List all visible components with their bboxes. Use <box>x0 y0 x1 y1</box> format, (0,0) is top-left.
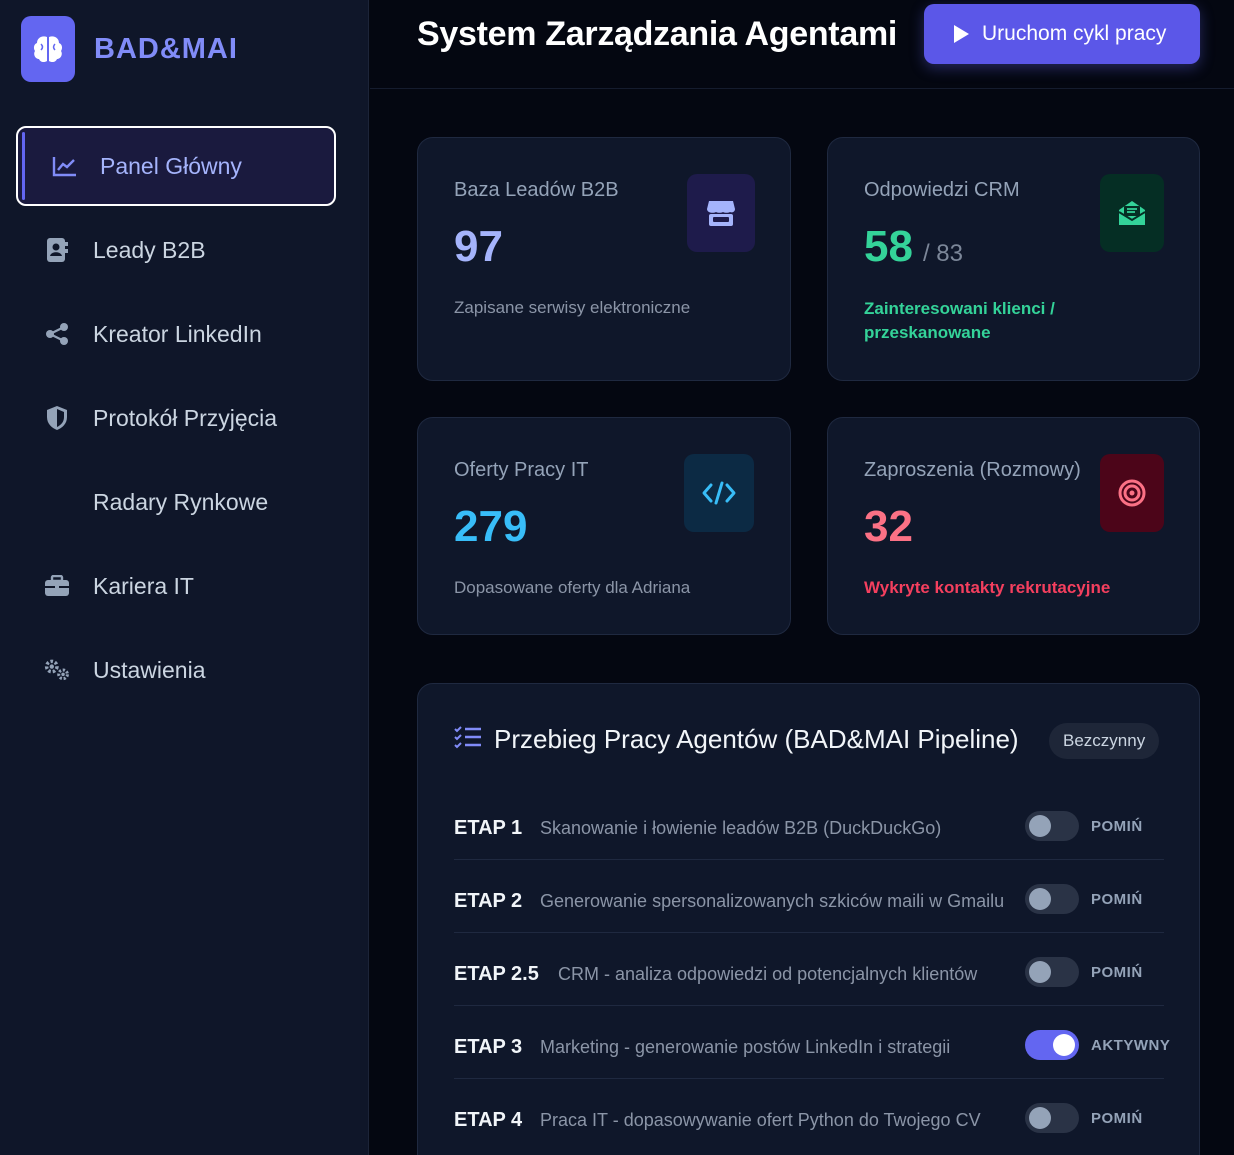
toggle-knob <box>1029 815 1051 837</box>
sidebar-item-label: Kreator LinkedIn <box>93 320 262 347</box>
stat-desc: Zainteresowani klienci / przeskanowane <box>864 299 1055 342</box>
brand[interactable]: BAD&MAI <box>21 16 238 82</box>
toggle-knob <box>1029 1107 1051 1129</box>
stage-desc: Praca IT - dopasowywanie ofert Python do… <box>540 1110 981 1130</box>
stage-label: ETAP 3 <box>454 1036 523 1058</box>
sidebar-item-kreator-linkedin[interactable]: Kreator LinkedIn <box>16 294 336 374</box>
stage-desc: Generowanie spersonalizowanych szkiców m… <box>540 891 1005 911</box>
toggle-knob <box>1053 1034 1075 1056</box>
stage-state: POMIŃ <box>1091 964 1143 981</box>
pipeline-title: Przebieg Pracy Agentów (BAD&MAI Pipeline… <box>494 724 1019 754</box>
gears-icon <box>44 657 70 683</box>
shield-icon <box>44 405 70 431</box>
envelope-open-icon <box>1100 174 1164 252</box>
sidebar-item-label: Radary Rynkowe <box>93 488 269 515</box>
stat-number: 279 <box>454 502 528 551</box>
stage-state: POMIŃ <box>1091 1110 1143 1127</box>
briefcase-icon <box>44 573 70 599</box>
page-title: System Zarządzania Agentami <box>417 15 898 53</box>
sidebar-item-panel-glowny[interactable]: Panel Główny <box>16 126 336 206</box>
stage-desc: CRM - analiza odpowiedzi od potencjalnyc… <box>558 964 978 984</box>
stat-card-job-offers: Oferty Pracy IT 279 Dopasowane oferty dl… <box>417 417 791 635</box>
radar-icon <box>44 489 70 515</box>
stage-desc: Skanowanie i łowienie leadów B2B (DuckDu… <box>540 818 942 838</box>
play-icon <box>954 25 969 43</box>
brain-icon <box>21 16 75 82</box>
stat-label: Oferty Pracy IT <box>454 459 589 481</box>
stat-desc: Dopasowane oferty dla Adriana <box>454 578 691 597</box>
sidebar-item-protokol-przyjecia[interactable]: Protokół Przyjęcia <box>16 378 336 458</box>
sidebar-item-label: Panel Główny <box>100 152 242 179</box>
top-header: System Zarządzania Agentami Uruchom cykl… <box>370 0 1234 89</box>
toggle-knob <box>1029 888 1051 910</box>
stat-label: Baza Leadów B2B <box>454 179 619 201</box>
stage-row: ETAP 3 Marketing - generowanie postów Li… <box>454 1006 1170 1079</box>
sidebar-item-label: Kariera IT <box>93 572 194 599</box>
stage-toggle[interactable] <box>1025 1030 1079 1060</box>
stage-label: ETAP 2 <box>454 890 523 912</box>
sidebar-nav: Panel Główny Leady B2B Kreator LinkedIn … <box>16 126 336 714</box>
stage-toggle[interactable] <box>1025 811 1079 841</box>
stage-row: ETAP 1 Skanowanie i łowienie leadów B2B … <box>454 787 1164 860</box>
stage-state: POMIŃ <box>1091 818 1143 835</box>
sidebar-item-ustawienia[interactable]: Ustawienia <box>16 630 336 710</box>
sidebar-item-radary-rynkowe[interactable]: Radary Rynkowe <box>16 462 336 542</box>
run-cycle-button[interactable]: Uruchom cykl pracy <box>924 4 1200 64</box>
stat-total: / 83 <box>922 240 963 267</box>
stage-label: ETAP 1 <box>454 817 523 839</box>
toggle-knob <box>1029 961 1051 983</box>
stat-value: 58 / 83 <box>864 222 963 272</box>
store-icon <box>687 174 755 252</box>
status-badge: Bezczynny <box>1049 723 1160 759</box>
share-nodes-icon <box>44 321 70 347</box>
sidebar-item-leady-b2b[interactable]: Leady B2B <box>16 210 336 290</box>
pipeline-header: Przebieg Pracy Agentów (BAD&MAI Pipeline… <box>454 724 1019 755</box>
stat-desc: Wykryte kontakty rekrutacyjne <box>864 578 1111 597</box>
brand-name: BAD&MAI <box>94 32 238 65</box>
sidebar: BAD&MAI Panel Główny Leady B2B Kreator L… <box>0 0 369 1155</box>
stage-state: POMIŃ <box>1091 891 1143 908</box>
stat-value: 97 <box>454 222 503 272</box>
stage-row: ETAP 2 Generowanie spersonalizowanych sz… <box>454 860 1164 933</box>
stage-row: ETAP 2.5 CRM - analiza odpowiedzi od pot… <box>454 933 1164 1006</box>
stage-toggle[interactable] <box>1025 884 1079 914</box>
code-icon <box>684 454 754 532</box>
chart-line-icon <box>52 153 78 179</box>
stage-desc: Marketing - generowanie postów LinkedIn … <box>540 1037 951 1057</box>
stat-card-leads: Baza Leadów B2B 97 Zapisane serwisy elek… <box>417 137 791 381</box>
stage-toggle[interactable] <box>1025 1103 1079 1133</box>
stat-card-crm: Odpowiedzi CRM 58 / 83 Zainteresowani kli… <box>827 137 1200 381</box>
stat-number: 97 <box>454 222 503 271</box>
sidebar-item-label: Leady B2B <box>93 236 206 263</box>
run-cycle-button-label: Uruchom cykl pracy <box>982 22 1167 45</box>
stat-label: Odpowiedzi CRM <box>864 179 1020 201</box>
stat-card-interviews: Zaproszenia (Rozmowy) 32 Wykryte kontakt… <box>827 417 1200 635</box>
bullseye-icon <box>1100 454 1164 532</box>
stat-value: 279 <box>454 502 527 552</box>
list-check-icon <box>454 725 482 754</box>
stat-label: Zaproszenia (Rozmowy) <box>864 459 1081 481</box>
stage-state: AKTYWNY <box>1091 1037 1171 1054</box>
sidebar-item-label: Ustawienia <box>93 656 206 683</box>
stage-label: ETAP 2.5 <box>454 963 539 985</box>
stage-toggle[interactable] <box>1025 957 1079 987</box>
stat-value: 32 <box>864 502 913 552</box>
stage-row: ETAP 4 Praca IT - dopasowywanie ofert Py… <box>454 1079 1164 1152</box>
sidebar-item-kariera-it[interactable]: Kariera IT <box>16 546 336 626</box>
address-card-icon <box>44 237 70 263</box>
stat-desc: Zapisane serwisy elektroniczne <box>454 298 691 317</box>
stat-number: 58 <box>864 222 913 271</box>
stage-label: ETAP 4 <box>454 1109 523 1131</box>
app-window: BAD&MAI Panel Główny Leady B2B Kreator L… <box>0 0 1234 1155</box>
pipeline-panel: Przebieg Pracy Agentów (BAD&MAI Pipeline… <box>417 683 1200 1155</box>
sidebar-item-label: Protokół Przyjęcia <box>93 404 278 431</box>
stat-number: 32 <box>864 502 913 551</box>
